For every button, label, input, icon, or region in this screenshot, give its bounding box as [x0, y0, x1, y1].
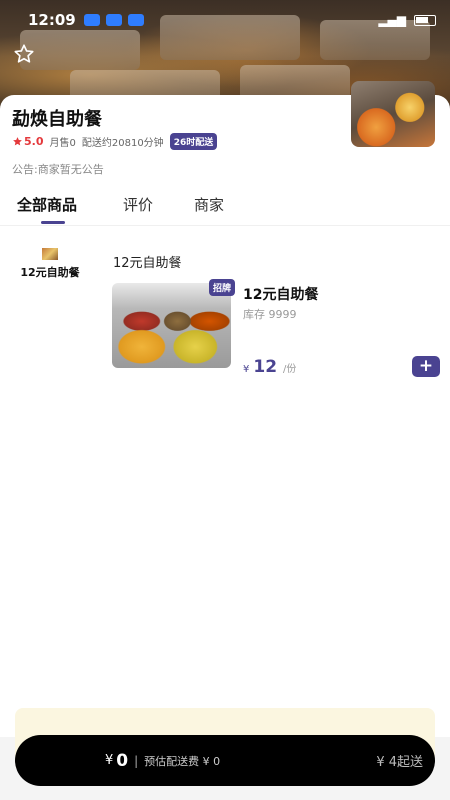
cloud-notification-icon	[127, 14, 144, 26]
cart-currency: ¥	[105, 753, 114, 768]
status-bar: 12:09 ▂▄▆	[0, 0, 450, 40]
plus-icon: +	[418, 356, 434, 376]
signature-badge: 招牌	[209, 279, 236, 296]
product-price: ¥ 12 /份	[243, 357, 296, 377]
category-item[interactable]: 12元自助餐	[0, 240, 100, 280]
store-rating: 5.0	[12, 135, 44, 148]
tab-reviews[interactable]: 评价	[123, 194, 153, 215]
cart-separator: |	[134, 753, 139, 768]
rating-value: 5.0	[24, 135, 44, 148]
delivery-time: 配送约20810分钟	[81, 138, 164, 149]
minimum-order-button[interactable]: ¥ 4起送	[376, 735, 423, 786]
price-amount: 12	[253, 357, 278, 377]
store-notice: 公告:商家暂无公告	[12, 163, 104, 176]
price-currency: ¥	[243, 364, 250, 375]
star-outline-icon	[14, 44, 34, 63]
chat-notification-icon	[105, 14, 122, 26]
star-icon	[13, 137, 22, 146]
store-name: 勐焕自助餐	[12, 109, 102, 130]
cart-total: ¥ 0 | 预估配送费 ¥ 0	[105, 735, 220, 786]
monthly-sales: 月售0	[49, 138, 76, 149]
active-tab-indicator	[41, 221, 65, 224]
status-right: ▂▄▆	[378, 13, 436, 27]
notification-icons	[83, 14, 144, 26]
product-name[interactable]: 12元自助餐	[243, 284, 318, 304]
category-thumbnail-icon	[42, 248, 58, 260]
tab-all-products[interactable]: 全部商品	[17, 194, 77, 215]
cart-bar[interactable]: ¥ 0 | 预估配送费 ¥ 0 ¥ 4起送	[15, 735, 435, 786]
tab-bar: 全部商品 评价 商家	[0, 190, 450, 226]
section-title: 12元自助餐	[113, 256, 182, 271]
signal-icon: ▂▄▆	[378, 13, 406, 27]
estimated-delivery-fee: 预估配送费 ¥ 0	[144, 754, 221, 768]
tab-merchant[interactable]: 商家	[194, 194, 224, 215]
favorite-button[interactable]	[10, 40, 38, 68]
price-unit: /份	[283, 364, 297, 375]
status-time: 12:09	[28, 11, 76, 29]
app-notification-icon	[83, 14, 100, 26]
cart-total-amount: 0	[116, 750, 129, 771]
category-label: 12元自助餐	[20, 266, 80, 279]
battery-icon	[414, 14, 436, 26]
delivery-hours-badge: 26时配送	[169, 133, 218, 150]
store-thumbnail[interactable]	[351, 81, 435, 147]
store-meta: 5.0 月售0 配送约20810分钟 26时配送	[12, 133, 218, 150]
product-stock: 库存 9999	[243, 308, 297, 321]
add-to-cart-button[interactable]: +	[412, 356, 440, 377]
